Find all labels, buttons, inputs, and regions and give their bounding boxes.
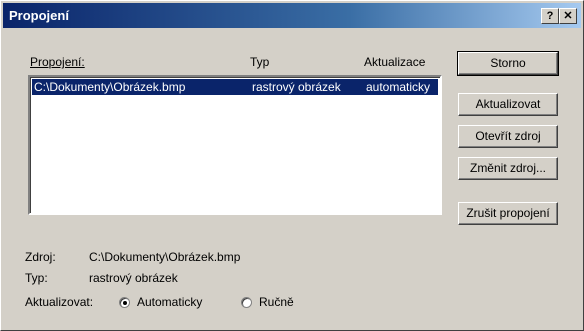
manual-update-radio[interactable] [241,297,252,308]
update-now-button[interactable]: Aktualizovat [458,93,558,116]
dialog-title: Propojení [9,8,69,23]
link-update: automaticky [366,80,431,94]
column-header-name[interactable]: Propojení: [30,55,85,69]
source-value: C:\Dokumenty\Obrázek.bmp [89,250,241,264]
auto-update-label[interactable]: Automaticky [137,295,202,309]
break-link-button[interactable]: Zrušit propojení [458,202,558,225]
column-header-update[interactable]: Aktualizace [364,55,425,69]
link-type: rastrový obrázek [252,80,341,94]
source-label: Zdroj: [25,250,56,264]
auto-update-radio[interactable] [119,297,130,308]
links-dialog: Propojení ? ✕ Propojení: Typ Aktualizace… [0,0,584,331]
type-value: rastrový obrázek [89,271,178,285]
cancel-button[interactable]: Storno [457,51,559,76]
column-header-type[interactable]: Typ [250,55,269,69]
update-label: Aktualizovat: [25,295,94,309]
close-button[interactable]: ✕ [559,8,577,24]
help-button[interactable]: ? [541,8,559,24]
type-label: Typ: [25,271,48,285]
open-source-button[interactable]: Otevřít zdroj [458,125,558,148]
link-name: C:\Dokumenty\Obrázek.bmp [34,80,186,94]
links-list[interactable]: C:\Dokumenty\Obrázek.bmp rastrový obráze… [28,75,442,215]
radio-selected-dot [123,301,127,305]
title-bar: Propojení ? ✕ [3,3,581,28]
change-source-button[interactable]: Změnit zdroj... [458,157,558,180]
list-item[interactable]: C:\Dokumenty\Obrázek.bmp rastrový obráze… [32,79,438,95]
manual-update-label[interactable]: Ručně [259,295,294,309]
